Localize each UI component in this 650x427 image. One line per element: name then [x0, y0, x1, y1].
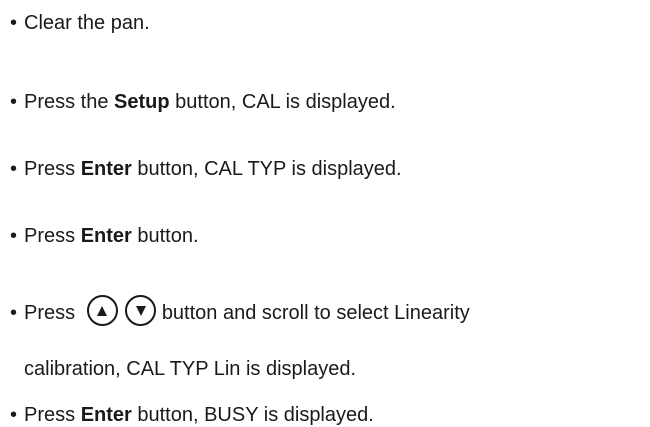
step-text: Clear the pan.	[24, 12, 150, 34]
bullet: •	[10, 91, 18, 113]
setup-button-label: Setup	[114, 91, 170, 113]
step-text-pre: Press	[24, 404, 81, 426]
bullet: •	[10, 302, 18, 324]
bullet: •	[10, 12, 18, 34]
step-clear-pan: • Clear the pan.	[10, 11, 150, 35]
step-press-enter-busy: • Press Enter button, BUSY is displayed.	[10, 403, 374, 427]
step-text-pre: Press	[24, 302, 76, 324]
step-press-arrows-continuation: calibration, CAL TYP Lin is displayed.	[24, 358, 357, 380]
bullet: •	[10, 404, 18, 426]
step-press-setup: • Press the Setup button, CAL is displaye…	[10, 90, 396, 114]
bullet: •	[10, 158, 18, 180]
step-press-arrows: • Press button and scroll to select Linea…	[10, 295, 470, 327]
enter-button-label: Enter	[80, 158, 132, 180]
step-text-pre: Press	[24, 158, 81, 180]
enter-button-label: Enter	[80, 225, 132, 247]
bullet: •	[10, 225, 18, 247]
step-text-post: button, CAL is displayed.	[169, 91, 396, 113]
step-press-enter-cal-typ: • Press Enter button, CAL TYP is displaye…	[10, 157, 402, 181]
step-text-pre: Press the	[24, 91, 115, 113]
instruction-list: • Clear the pan. • Press the Setup button,…	[0, 0, 650, 427]
enter-button-label: Enter	[80, 404, 132, 426]
step-text-post: button.	[131, 225, 199, 247]
step-text-post: button, CAL TYP is displayed.	[131, 158, 402, 180]
down-arrow-icon	[125, 295, 157, 327]
step-text-pre: Press	[24, 225, 81, 247]
step-press-enter: • Press Enter button.	[10, 224, 199, 248]
step-text-post: button and scroll to select Linearity	[161, 302, 470, 324]
step-text-post: button, BUSY is displayed.	[131, 404, 374, 426]
up-arrow-icon	[86, 295, 118, 327]
